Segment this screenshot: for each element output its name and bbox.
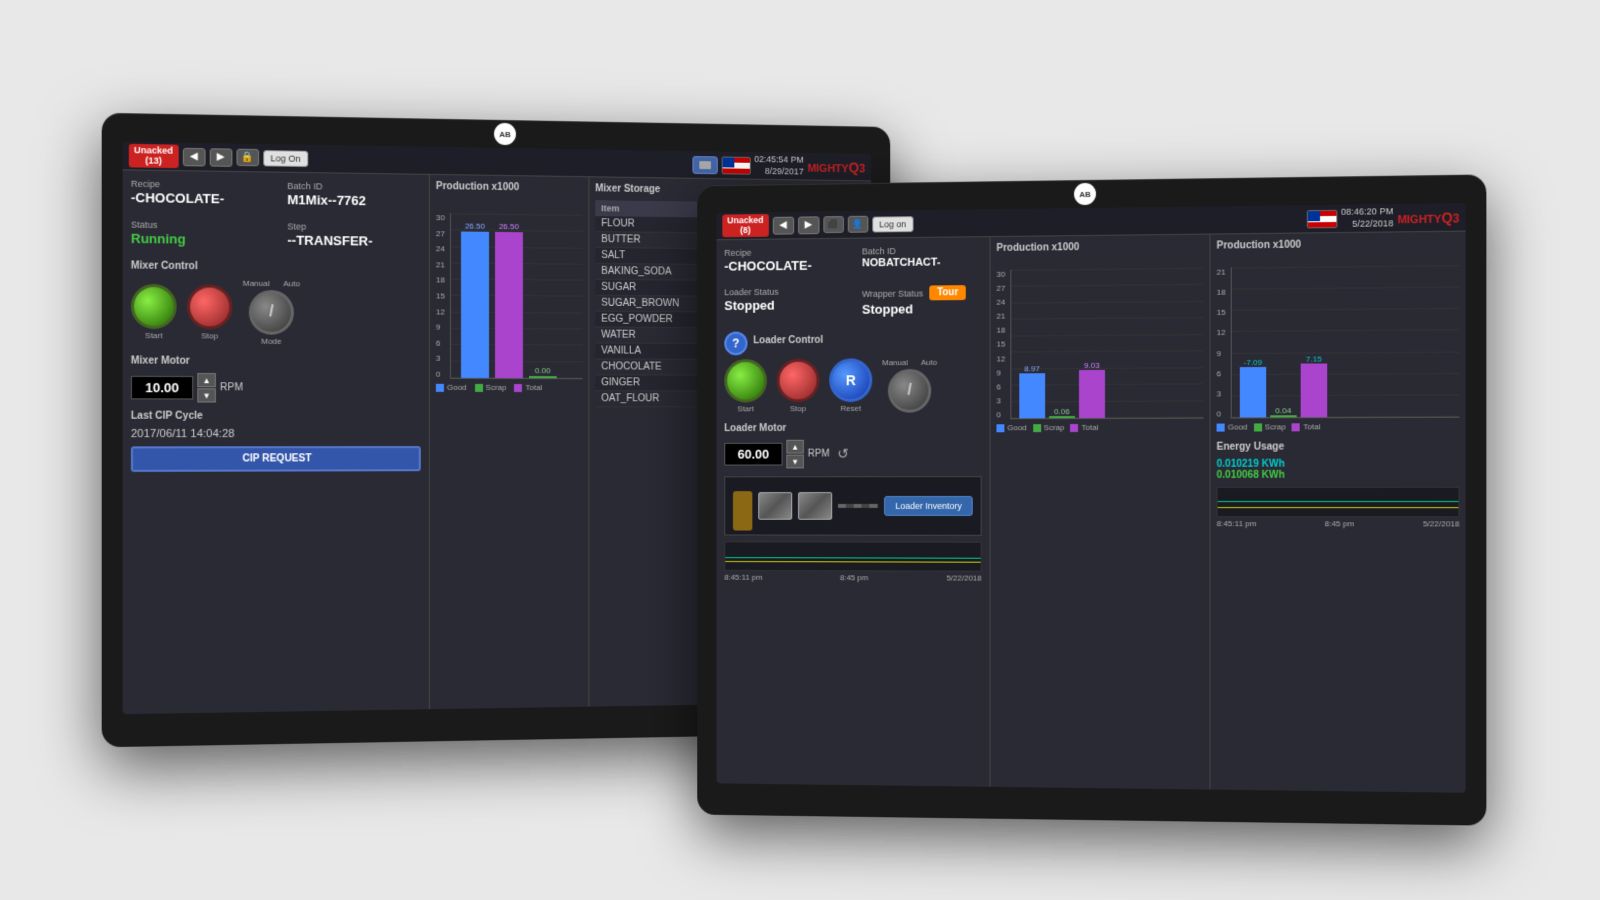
nav-forward-1[interactable]: ▶	[209, 148, 232, 167]
nav-back-2[interactable]: ◀	[772, 216, 793, 234]
conv-box-2	[798, 492, 832, 520]
logon-btn-1[interactable]: Log On	[263, 150, 308, 167]
rpm-input-1: 10.00 ▲ ▼ RPM	[131, 373, 421, 403]
mixer-controls: Start Stop Manual Auto	[131, 278, 421, 347]
rpm-input-2: 60.00 ▲ ▼ RPM ↺	[724, 439, 981, 468]
header-fields-1: Recipe -CHOCOLATE- Batch ID M1Mix--7762	[131, 179, 421, 217]
screen-2: Unacked (8) ◀ ▶ ⬛ 👤 Log on 08:46:20 PM 5…	[717, 203, 1466, 793]
energy-chart-2	[1217, 487, 1460, 517]
alarm-button-1[interactable]: Unacked (13)	[129, 143, 178, 168]
conveyor-line	[838, 504, 879, 508]
start-button[interactable]	[131, 283, 177, 328]
rpm-value-1: 10.00	[131, 376, 193, 400]
header-fields-2: Recipe -CHOCOLATE- Batch ID NOBATCHACT-	[724, 245, 981, 281]
loader-stop-button[interactable]	[777, 359, 820, 403]
hmi-2: Unacked (8) ◀ ▶ ⬛ 👤 Log on 08:46:20 PM 5…	[717, 203, 1466, 793]
energy-timestamps: 8:45:11 pm8:45 pm5/22/2018	[724, 573, 981, 583]
user-icon-2: 👤	[848, 216, 869, 233]
time-display-1: 02:45:54 PM 8/29/2017	[754, 154, 803, 178]
production-title: Production x1000	[436, 181, 583, 194]
conveyor-visual: Loader Inventory	[724, 476, 981, 536]
rpm-up-1[interactable]: ▲	[197, 373, 216, 387]
production-panel: Production x1000 302724211815129630	[430, 175, 590, 709]
loader-inventory-button[interactable]: Loader Inventory	[885, 496, 973, 516]
energy-value-1: 0.010219 KWh	[1217, 458, 1460, 469]
energy-title: Energy Usage	[1217, 441, 1460, 453]
cip-title: Last CIP Cycle	[131, 411, 421, 422]
loader-controls: Start Stop R Reset	[724, 358, 981, 414]
left-panel-1: Recipe -CHOCOLATE- Batch ID M1Mix--7762 …	[123, 170, 430, 714]
mode-button[interactable]	[249, 290, 294, 335]
alarm-button-2[interactable]: Unacked (8)	[722, 214, 768, 238]
flag-us-2	[1306, 209, 1337, 228]
left-panel-2: Recipe -CHOCOLATE- Batch ID NOBATCHACT- …	[717, 237, 991, 787]
bar-scrap	[529, 376, 557, 378]
mixer-control-title: Mixer Control	[131, 260, 421, 274]
screen-btn-2[interactable]: ⬛	[823, 216, 844, 233]
rpm-value-2: 60.00	[724, 443, 782, 466]
mightyq-logo-1: MIGHTYQ3	[807, 158, 865, 175]
production-loader-panel: Production x1000 302724211815129630	[991, 235, 1211, 790]
time-display-2: 08:46:20 PM 5/22/2018	[1341, 206, 1393, 230]
cip-date: 2017/06/11 14:04:28	[131, 428, 421, 440]
energy-timestamps-2: 8:45:11 pm8:45 pm5/22/2018	[1217, 519, 1460, 528]
mixer-motor-title: Mixer Motor	[131, 355, 421, 367]
floor-person	[733, 491, 752, 530]
cip-section: Last CIP Cycle 2017/06/11 14:04:28 CIP R…	[131, 411, 421, 472]
ab-logo-1: AB	[494, 123, 516, 145]
energy-line-1	[725, 557, 980, 559]
energy-value-2: 0.010068 KWh	[1217, 470, 1460, 481]
ab-logo-2: AB	[1074, 183, 1096, 205]
loader-control-title: Loader Control	[753, 334, 823, 345]
energy-chart-area	[724, 541, 981, 571]
nav-forward-2[interactable]: ▶	[798, 216, 819, 234]
rpm-up-2[interactable]: ▲	[786, 440, 804, 454]
mightyq-logo-2: MIGHTYQ3	[1397, 209, 1459, 226]
bar-loader-scrap	[1049, 416, 1075, 418]
bar-total	[495, 232, 523, 378]
flag-us-1	[721, 156, 750, 174]
bar-wrap-scrap	[1270, 415, 1296, 417]
bar-good	[461, 231, 489, 377]
reset-button[interactable]: R	[829, 358, 872, 402]
tablet-2: AB Unacked (8) ◀ ▶ ⬛ 👤 Log on	[697, 174, 1486, 825]
nav-back-1[interactable]: ◀	[182, 147, 205, 166]
bar-wrap-total	[1301, 364, 1327, 418]
logon-btn-2[interactable]: Log on	[872, 216, 913, 232]
scene: AB Unacked (13) ◀ ▶ 🔒 Log On	[50, 40, 1550, 860]
loader-motor-title: Loader Motor	[724, 422, 981, 434]
energy-line-2	[725, 561, 980, 563]
bar-loader-good	[1019, 373, 1045, 418]
screen-toggle-1[interactable]	[692, 156, 717, 174]
loader-start-button[interactable]	[724, 359, 767, 403]
prod-wrapper-title: Production x1000	[1217, 238, 1460, 252]
cip-request-button[interactable]: CIP REQUEST	[131, 446, 421, 472]
tour-badge: Tour	[929, 285, 966, 300]
status-fields-2: Loader Status Stopped Wrapper Status Tou…	[724, 285, 981, 326]
status-fields-1: Status Running Step --TRANSFER-	[131, 220, 421, 258]
lock-icon-1: 🔒	[236, 149, 259, 167]
bar-loader-total	[1079, 370, 1105, 418]
stop-button[interactable]	[187, 284, 232, 329]
loader-mode-button[interactable]	[888, 369, 931, 413]
prod-loader-title: Production x1000	[996, 241, 1203, 254]
rpm-down-1[interactable]: ▼	[197, 388, 216, 402]
energy-section: Energy Usage 0.010219 KWh 0.010068 KWh 8…	[1217, 441, 1460, 528]
bar-wrap-good	[1240, 367, 1266, 417]
conv-box-1	[758, 492, 792, 520]
rpm-down-2[interactable]: ▼	[786, 455, 804, 469]
help-button[interactable]: ?	[724, 332, 747, 356]
refresh-icon[interactable]: ↺	[837, 446, 848, 463]
production-wrapper-panel: Production x1000 211815129630	[1211, 232, 1466, 793]
